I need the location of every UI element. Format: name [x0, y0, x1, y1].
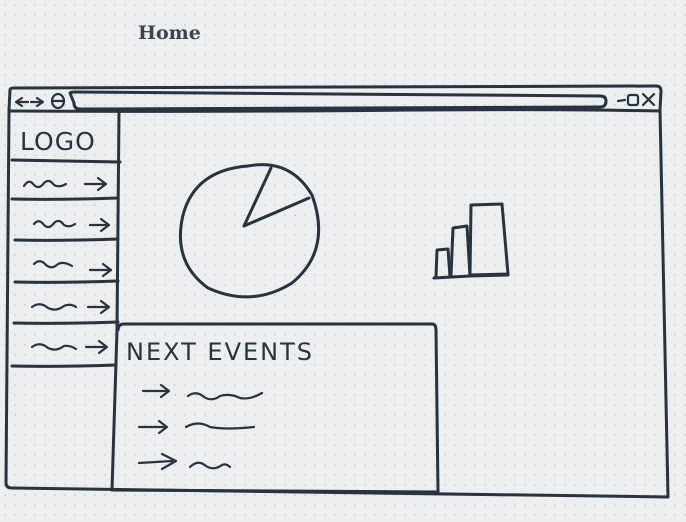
squiggle-icon	[30, 343, 78, 351]
sidebar-logo: LOGO	[20, 127, 96, 156]
arrow-right-icon	[84, 339, 109, 355]
event-item-2[interactable]	[137, 419, 256, 435]
back-forward-icon[interactable]	[14, 96, 45, 108]
maximize-icon[interactable]	[626, 93, 640, 107]
arrow-right-icon	[88, 217, 111, 233]
sidebar-nav-item-2[interactable]	[13, 217, 120, 242]
sidebar-nav-item-1[interactable]	[10, 176, 120, 201]
squiggle-icon	[32, 260, 74, 269]
arrow-right-icon	[141, 383, 171, 399]
arrow-right-icon	[137, 452, 178, 471]
content-bottom-edge	[110, 488, 440, 494]
sidebar-separator	[10, 158, 122, 164]
home-icon[interactable]	[50, 92, 66, 110]
squiggle-icon	[188, 461, 232, 470]
squiggle-icon	[22, 179, 68, 189]
squiggle-icon	[184, 422, 256, 430]
events-heading: NEXT EVENTS	[126, 338, 314, 366]
squiggle-icon	[186, 391, 264, 401]
wireframe-sketch: LOGO NEXT EVENTS	[4, 84, 670, 499]
minimize-icon[interactable]	[616, 98, 627, 103]
arrow-right-icon	[83, 176, 108, 192]
sidebar-divider	[110, 110, 121, 492]
squiggle-icon	[30, 303, 78, 311]
pie-chart-icon	[178, 163, 321, 299]
browser-window-frame	[4, 84, 670, 499]
arrow-right-icon	[86, 299, 111, 315]
sidebar-nav-item-4[interactable]	[12, 299, 120, 325]
sidebar-nav-item-3[interactable]	[13, 260, 120, 284]
close-icon[interactable]	[641, 92, 656, 107]
squiggle-icon	[32, 219, 77, 229]
arrow-right-icon	[88, 262, 113, 278]
bar-chart-icon	[432, 202, 510, 280]
arrow-right-icon	[137, 419, 169, 435]
event-item-3[interactable]	[137, 452, 232, 471]
sidebar-nav-item-5[interactable]	[10, 339, 118, 368]
event-item-1[interactable]	[141, 383, 264, 401]
address-bar[interactable]	[68, 90, 608, 111]
